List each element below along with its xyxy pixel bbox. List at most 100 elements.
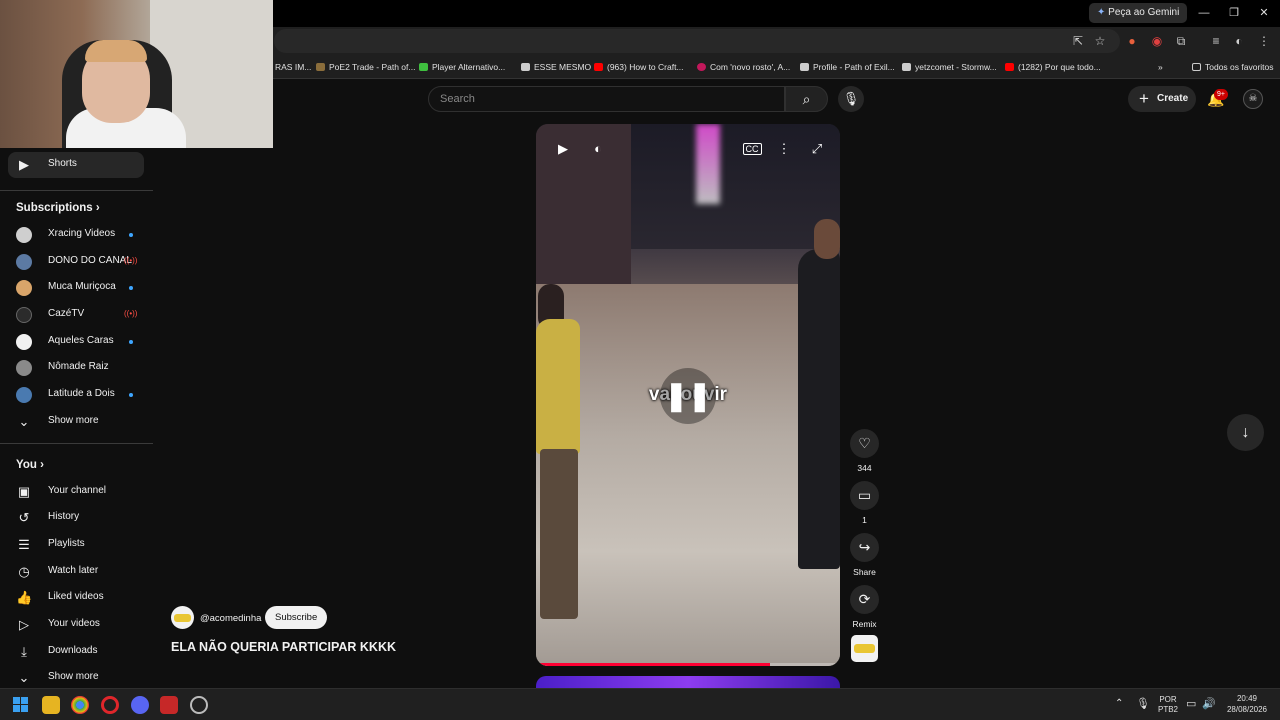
sidebar-item-playlists[interactable]: ☰ Playlists [8,532,144,558]
ask-gemini-button[interactable]: ✦ Peça ao Gemini [1089,3,1188,23]
sidebar-item-your-channel[interactable]: ▣ Your channel [8,479,144,505]
extensions-puzzle-icon[interactable]: ⧉ [1173,33,1189,49]
remix-button[interactable]: ⟳ [850,585,879,614]
chrome-menu-icon[interactable]: ⋮ [1256,33,1272,49]
install-app-icon[interactable]: ⇱ [1070,33,1086,49]
subscriptions-header[interactable]: Subscriptions › [16,202,100,214]
sidebar-item-subscription[interactable]: Aqueles Caras [8,329,144,355]
comments-button[interactable]: ▭ [850,481,879,510]
bookmark-star-icon[interactable]: ☆ [1092,33,1108,49]
channel-handle[interactable]: @acomedinha [200,613,261,624]
avatar [16,227,32,243]
history-icon: ↺ [18,510,30,525]
bookmark-label: yetzcomet - Stormw... [915,62,997,72]
sidebar-item-subscription[interactable]: Latitude a Dois [8,382,144,408]
sidebar-item-subscription[interactable]: Muca Muriçoca [8,275,144,301]
fullscreen-button[interactable]: ⤢ [806,138,828,160]
bookmark-item[interactable]: yetzcomet - Stormw... [902,60,997,74]
chrome-icon[interactable] [71,696,89,714]
close-window-button[interactable]: ✕ [1256,5,1272,21]
tray-overflow-chevron-icon[interactable]: ⌃ [1115,698,1123,709]
next-short-preview[interactable] [536,676,840,688]
bookmark-item[interactable]: PoE2 Trade - Path of... [316,60,415,74]
sidebar-item-subscription[interactable]: CazéTV ((•)) [8,302,144,328]
bookmark-favicon [800,63,809,71]
sidebar: ▶ Shorts Subscriptions › Xracing Videos … [0,148,153,688]
sidebar-item-label: Downloads [48,645,98,656]
short-title[interactable]: ELA NÃO QUERIA PARTICIPAR KKKK [171,640,396,654]
like-button[interactable]: ♡ [850,429,879,458]
comment-icon: ▭ [857,487,872,503]
pause-icon: ❚❚ [664,380,712,411]
minimize-button[interactable]: — [1196,5,1212,21]
more-bookmarks-chevron-icon[interactable]: » [1158,60,1163,74]
network-icon[interactable]: ▭ [1186,697,1196,710]
bookmark-item[interactable]: (963) How to Craft... [594,60,684,74]
sidebar-item-history[interactable]: ↺ History [8,505,144,531]
search-button[interactable]: ⌕ [785,86,828,112]
channel-avatar[interactable] [171,606,194,629]
video-person-left-top [536,319,580,454]
share-button[interactable]: ↪ [850,533,879,562]
subscribe-button[interactable]: Subscribe [265,606,328,629]
app-icon[interactable] [160,696,178,714]
profile-icon[interactable]: ◐ [1231,33,1247,49]
all-bookmarks-button[interactable]: Todos os favoritos [1192,60,1274,74]
file-explorer-icon[interactable] [42,696,60,714]
next-short-button[interactable]: ↓ [1227,414,1264,451]
sidebar-item-label: History [48,511,80,522]
clock[interactable]: 20:49 28/08/2026 [1222,693,1272,715]
sidebar-item-label: DONO DO CANAL [48,255,132,266]
bookmark-favicon [697,63,706,71]
input-language[interactable]: POR PTB2 [1155,695,1181,715]
app-icon[interactable] [190,696,208,714]
short-video-player[interactable]: ▶ ◐ CC ⋮ ⤢ vai ouvir ❚❚ [536,124,840,666]
sidebar-item-label: Xracing Videos [48,228,116,239]
video-progress-bar[interactable] [536,663,840,666]
media-control-icon[interactable]: ≡ [1208,33,1224,49]
sidebar-item-downloads[interactable]: ⤓ Downloads [8,639,144,665]
channel-thumbnail[interactable] [851,635,878,662]
sidebar-item-shorts[interactable]: ▶ Shorts [8,152,144,178]
bookmark-item[interactable]: ESSE MESMO [521,60,591,74]
sidebar-item-subscription[interactable]: DONO DO CANAL ((•)) [8,249,144,275]
create-button[interactable]: + Create [1128,86,1196,112]
captions-button[interactable]: CC [741,138,763,160]
sidebar-item-subscription[interactable]: Nômade Raiz [8,355,144,381]
sidebar-item-watch-later[interactable]: ◷ Watch later [8,559,144,585]
extension-red-icon[interactable]: ◉ [1149,33,1165,49]
sidebar-item-label: Latitude a Dois [48,388,115,399]
bookmark-favicon [594,63,603,71]
you-header[interactable]: You › [16,459,44,471]
share-arrow-icon: ↪ [858,539,871,555]
sidebar-item-subscription[interactable]: Xracing Videos [8,222,144,248]
bookmark-favicon [521,63,530,71]
sidebar-item-your-videos[interactable]: ▷ Your videos [8,612,144,638]
sidebar-divider [0,443,153,444]
play-button[interactable]: ▶ [552,138,574,160]
windows-start-icon[interactable] [12,696,30,714]
sidebar-show-more[interactable]: ⌄ Show more [8,409,144,435]
sidebar-item-label: Your videos [48,618,100,629]
discord-icon[interactable] [131,696,149,714]
more-options-button[interactable]: ⋮ [773,138,795,160]
bookmark-item[interactable]: (1282) Por que todo... [1005,60,1101,74]
opera-icon[interactable] [101,696,119,714]
extension-fox-icon[interactable]: ● [1124,33,1140,49]
gemini-label: Peça ao Gemini [1108,7,1180,18]
search-input[interactable]: Search [428,86,785,112]
voice-search-button[interactable]: 🎙 [838,86,864,112]
sidebar-item-liked-videos[interactable]: 👍 Liked videos [8,585,144,611]
restore-button[interactable]: ❐ [1226,5,1242,21]
address-bar[interactable]: ⇱ ☆ [274,29,1120,53]
account-avatar[interactable]: ☠ [1243,89,1263,109]
bookmark-item[interactable]: Profile - Path of Exil... [800,60,895,74]
chevron-down-icon: ⌄ [18,670,30,685]
volume-icon[interactable]: 🔊 [1202,697,1216,710]
pause-indicator[interactable]: ❚❚ [660,368,716,424]
microphone-icon[interactable]: 🎙 [1136,697,1150,710]
volume-button[interactable]: ◐ [587,138,609,160]
bookmark-item[interactable]: Player Alternativo... [419,60,505,74]
sidebar-item-label: Watch later [48,565,99,576]
bookmark-item[interactable]: Com 'novo rosto', A... [697,60,790,74]
